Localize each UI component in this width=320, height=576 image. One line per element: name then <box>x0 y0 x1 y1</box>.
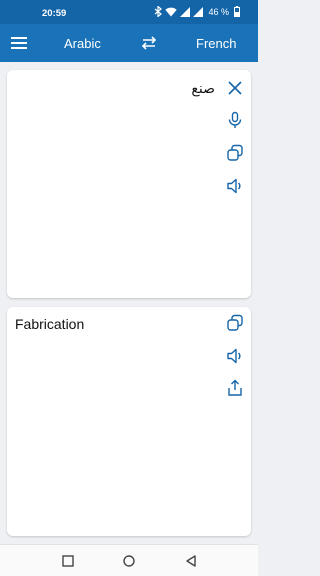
copy-icon[interactable] <box>226 314 244 332</box>
home-icon[interactable] <box>122 554 136 568</box>
back-icon[interactable] <box>184 554 198 568</box>
battery-icon <box>234 6 240 17</box>
output-card: Fabrication <box>7 307 251 536</box>
input-card: صنع <box>7 70 251 298</box>
status-time: 20:59 <box>42 8 67 19</box>
source-language-button[interactable]: Arabic <box>64 36 101 51</box>
output-text: Fabrication <box>15 316 85 332</box>
signal-icon <box>180 6 191 17</box>
app-bar: Arabic French <box>0 24 258 62</box>
microphone-icon[interactable] <box>226 111 244 129</box>
target-language-button[interactable]: French <box>196 36 236 51</box>
share-icon[interactable] <box>226 379 244 397</box>
swap-icon[interactable] <box>141 36 157 50</box>
input-text[interactable]: صنع <box>191 80 215 97</box>
copy-icon[interactable] <box>226 144 244 162</box>
close-icon[interactable] <box>226 79 244 97</box>
wifi-icon <box>165 7 178 17</box>
status-icons: 46 % <box>154 6 240 17</box>
speaker-icon[interactable] <box>226 177 244 195</box>
recent-apps-icon[interactable] <box>61 554 75 568</box>
menu-icon[interactable] <box>11 36 29 50</box>
bluetooth-icon <box>154 6 163 17</box>
signal-icon <box>193 6 204 17</box>
status-bar: 20:59 46 % <box>0 0 258 24</box>
speaker-icon[interactable] <box>226 347 244 365</box>
navigation-bar <box>0 544 258 576</box>
battery-percentage: 46 % <box>208 6 229 17</box>
